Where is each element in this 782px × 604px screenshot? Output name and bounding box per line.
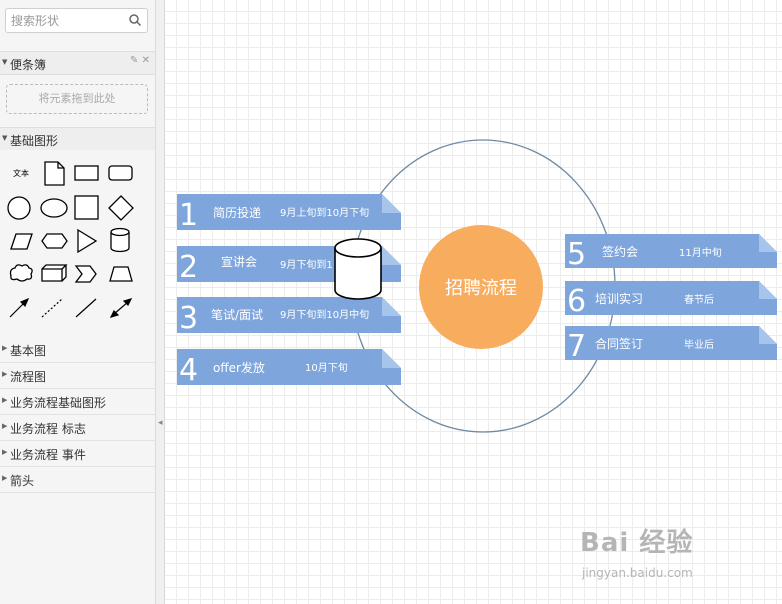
expand-triangle-icon: ▶ [2,448,8,456]
trapezoid-shape[interactable] [109,266,133,282]
step-date: 9月下旬到1 [280,258,333,271]
cloud-shape[interactable] [9,264,33,282]
library-label: 箭头 [10,474,35,488]
expand-triangle-icon: ▶ [2,474,8,482]
step-ribbon[interactable]: 1 简历投递 9月上旬到10月下旬 [177,194,401,233]
library-flowchart[interactable]: ▶ 流程图 [0,363,155,389]
expand-triangle-icon: ▶ [2,370,8,378]
step-number: 2 [179,250,198,285]
recruitment-diagram: 招聘流程 1 简历投递 9月上旬到10月下旬 2 宣讲会 9月下旬到1 3 笔试… [177,139,777,433]
step-number: 1 [179,198,198,233]
shape-search-box [5,8,148,33]
step-date: 10月下旬 [305,361,348,374]
basic-shapes-title: 基础图形 [10,134,59,148]
step-ribbon[interactable]: 5 签约会 11月中旬 [565,234,777,272]
document-shape[interactable] [44,161,65,186]
step-date: 毕业后 [684,338,714,351]
library-label: 流程图 [10,370,47,384]
step-number: 3 [179,301,198,336]
diamond-shape[interactable] [108,195,134,221]
collapse-triangle-icon: ▼ [2,134,8,142]
step-number: 5 [567,237,586,272]
step-ribbon[interactable]: 4 offer发放 10月下旬 [177,349,401,388]
step-shape[interactable] [74,265,97,283]
expand-triangle-icon: ▶ [2,422,8,430]
arrow-line-shape[interactable] [9,297,30,318]
library-label: 业务流程基础图形 [10,396,107,410]
collapse-triangle-icon: ▼ [2,58,8,66]
step-ribbon[interactable]: 6 培训实习 春节后 [565,281,777,319]
double-arrow-shape[interactable] [109,298,133,318]
expand-triangle-icon: ▶ [2,344,8,352]
shape-sidebar: ▼ 便条簿 ✎ ✕ 将元素拖到此处 ▼ 基础图形 文本 [0,0,156,604]
watermark-url: jingyan.baidu.com [582,566,693,580]
step-ribbon[interactable]: 7 合同签订 毕业后 [565,326,777,364]
step-date: 9月上旬到10月下旬 [280,206,369,219]
sidebar-splitter[interactable]: ◂ [156,0,165,604]
step-title: 签约会 [602,244,638,259]
library-label: 业务流程 事件 [10,448,86,462]
shape-search-input[interactable] [11,12,129,29]
baidu-watermark: Bai 经验 jingyan.baidu.com [580,522,750,592]
library-bpmn-events[interactable]: ▶ 业务流程 事件 [0,441,155,467]
library-bpmn-basic[interactable]: ▶ 业务流程基础图形 [0,389,155,415]
step-title: 培训实习 [595,291,643,306]
triangle-shape[interactable] [77,228,98,254]
basic-shapes-header[interactable]: ▼ 基础图形 [0,127,155,151]
splitter-grip-icon: ◂ [158,418,163,428]
center-label: 招聘流程 [445,278,517,299]
step-title: 简历投递 [213,205,261,220]
close-icon[interactable]: ✕ [142,55,150,66]
step-title: offer发放 [213,360,265,375]
library-basic-diagram[interactable]: ▶ 基本图 [0,337,155,363]
scratchpad-title: 便条簿 [10,58,47,72]
circle-shape[interactable] [7,196,31,220]
library-bpmn-markers[interactable]: ▶ 业务流程 标志 [0,415,155,441]
library-label: 基本图 [10,344,47,358]
basic-shapes-palette: 文本 [0,150,155,332]
library-arrows[interactable]: ▶ 箭头 [0,467,155,493]
step-ribbon[interactable]: 3 笔试/面试 9月下旬到10月中旬 [177,297,401,336]
parallelogram-shape[interactable] [10,233,33,250]
step-title: 合同签订 [595,336,643,351]
scratchpad-drop-zone[interactable]: 将元素拖到此处 [6,84,148,114]
cylinder-shape[interactable] [334,238,382,300]
ellipse-shape[interactable] [40,198,68,218]
cube-shape[interactable] [41,264,68,282]
step-number: 7 [567,329,586,364]
step-date: 春节后 [684,294,714,306]
text-shape[interactable]: 文本 [13,168,29,178]
step-date: 9月下旬到10月中旬 [280,308,369,321]
line-shape[interactable] [75,298,97,318]
diagram-canvas[interactable]: 招聘流程 1 简历投递 9月上旬到10月下旬 2 宣讲会 9月下旬到1 3 笔试… [165,0,782,604]
square-shape[interactable] [74,195,99,220]
step-date: 11月中旬 [679,246,722,259]
step-title: 宣讲会 [221,254,257,269]
hexagon-shape[interactable] [41,233,68,249]
scratchpad-header[interactable]: ▼ 便条簿 ✎ ✕ [0,51,155,75]
edit-pencil-icon[interactable]: ✎ [130,55,138,66]
step-number: 6 [567,284,586,319]
step-number: 4 [179,353,198,388]
dotted-line-shape[interactable] [41,298,63,318]
rectangle-shape[interactable] [74,165,99,181]
step-title: 笔试/面试 [211,307,263,322]
expand-triangle-icon: ▶ [2,396,8,404]
library-label: 业务流程 标志 [10,422,86,436]
watermark-brand: Bai 经验 [580,528,694,558]
rounded-rectangle-shape[interactable] [108,165,133,181]
search-icon[interactable] [127,12,143,28]
